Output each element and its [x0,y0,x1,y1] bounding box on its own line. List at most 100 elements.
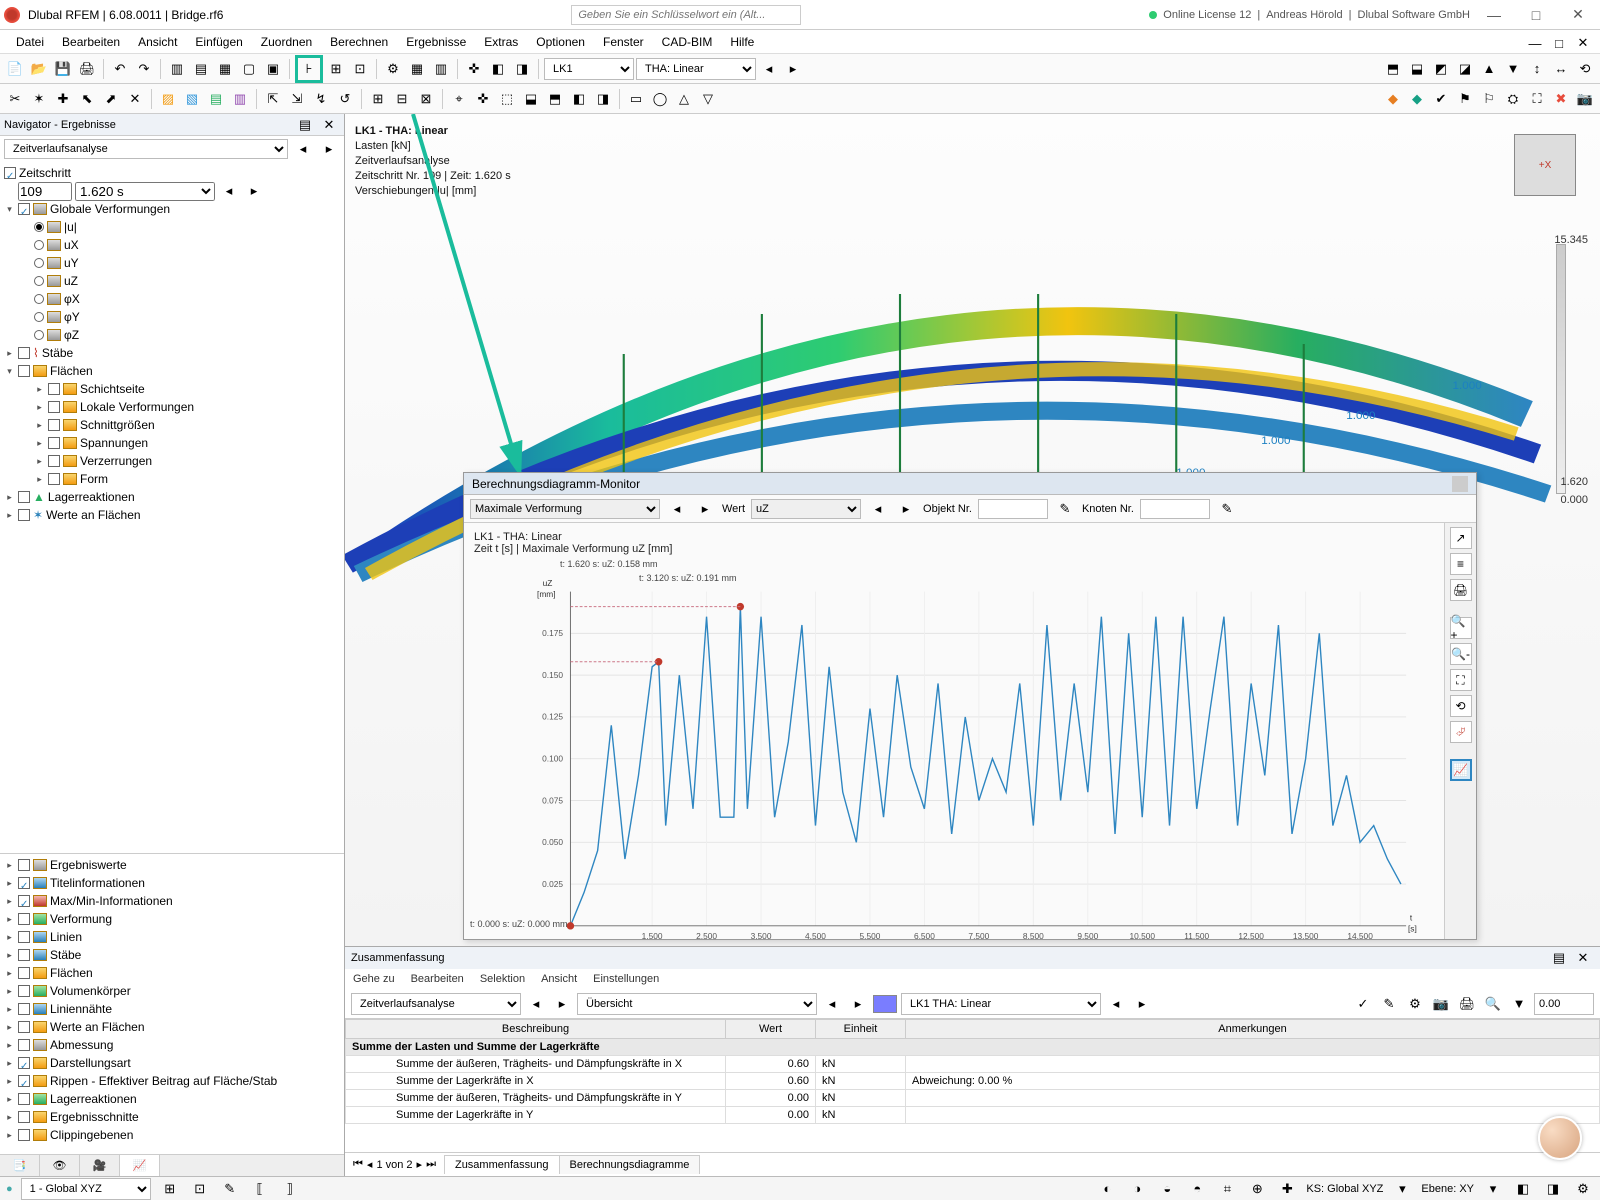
tree-checkbox[interactable] [48,473,60,485]
calc-button[interactable]: ⚙ [382,58,404,80]
panel-close-button[interactable]: ✕ [318,114,340,136]
chart-mode-button[interactable]: 📈 [1450,759,1472,781]
menu-einfügen[interactable]: Einfügen [187,32,250,52]
tree-checkbox[interactable] [48,383,60,395]
values-checkbox[interactable] [18,509,30,521]
tree-expand-icon[interactable]: ▸ [4,968,15,979]
summary-menu-item[interactable]: Bearbeiten [411,973,464,985]
assistant-avatar[interactable] [1538,1116,1582,1160]
status-cs-select[interactable]: 1 - Global XYZ [21,1178,151,1200]
status-button[interactable]: ✎ [219,1178,241,1200]
layout-2-button[interactable]: ▣ [262,58,284,80]
tree-expand-icon[interactable]: ▸ [4,896,15,907]
display-checkbox[interactable] [18,1057,30,1069]
chart-tool-button[interactable]: ⟲ [1450,695,1472,717]
uz-radio[interactable] [34,276,44,286]
tb-generic-button[interactable]: ⊡ [349,58,371,80]
display-checkbox[interactable] [18,859,30,871]
tb2-button[interactable]: ⇱ [262,88,284,110]
display-checkbox[interactable] [18,1129,30,1141]
summary-next-button[interactable]: ▸ [551,993,573,1015]
ux-radio[interactable] [34,240,44,250]
display-checkbox[interactable] [18,877,30,889]
summary-tb-button[interactable]: ✓ [1352,993,1374,1015]
tb-generic-button[interactable]: ◨ [511,58,533,80]
status-button[interactable]: ▾ [1391,1178,1413,1200]
display-checkbox[interactable] [18,1003,30,1015]
summary-tb-button[interactable]: ▼ [1508,993,1530,1015]
monitor-value-select[interactable]: uZ [751,499,861,519]
members-checkbox[interactable] [18,347,30,359]
tree-expand-icon[interactable]: ▸ [34,474,45,485]
tb2-button[interactable]: ✶ [28,88,50,110]
tree-expand-icon[interactable]: ▸ [4,1076,15,1087]
tree-expand-icon[interactable]: ▸ [4,348,15,359]
undo-button[interactable]: ↶ [109,58,131,80]
prev-lc-button[interactable]: ◂ [758,58,780,80]
menu-cad-bim[interactable]: CAD-BIM [654,32,721,52]
tb2-button[interactable]: ⬉ [76,88,98,110]
summary-view-prev-button[interactable]: ◂ [821,993,843,1015]
menu-bearbeiten[interactable]: Bearbeiten [54,32,128,52]
tb2-button[interactable]: ✖ [1550,88,1572,110]
tree-collapse-icon[interactable]: ▾ [4,204,15,215]
tree-expand-icon[interactable]: ▸ [4,914,15,925]
tb-generic-button[interactable]: ◩ [1430,58,1452,80]
uy-radio[interactable] [34,258,44,268]
mdi-minimize-button[interactable]: — [1524,32,1546,54]
keyword-search-input[interactable] [571,5,801,25]
tb2-button[interactable]: ◆ [1406,88,1428,110]
phiz-radio[interactable] [34,330,44,340]
tb2-button[interactable]: 📷 [1574,88,1596,110]
surfaces-checkbox[interactable] [18,365,30,377]
tree-checkbox[interactable] [48,437,60,449]
tb2-button[interactable]: ⬚ [496,88,518,110]
tree-expand-icon[interactable]: ▸ [4,1112,15,1123]
mdi-restore-button[interactable]: □ [1548,32,1570,54]
timestep-value-select[interactable]: 1.620 s [75,182,215,201]
summary-lc-next-button[interactable]: ▸ [1131,993,1153,1015]
summary-view-select[interactable]: Übersicht [577,993,817,1015]
view-right-button[interactable]: ▦ [214,58,236,80]
save-button[interactable]: 💾 [52,58,74,80]
tree-expand-icon[interactable]: ▸ [4,1022,15,1033]
table-first-button[interactable]: ⏮ [353,1158,363,1171]
sidebar-tab-show[interactable]: 👁 [40,1155,80,1176]
tb2-button[interactable]: ◧ [568,88,590,110]
status-button[interactable]: ⟧ [279,1178,301,1200]
timestep-next-button[interactable]: ▸ [243,180,265,202]
print-button[interactable]: 🖨 [76,58,98,80]
monitor-close-button[interactable] [1452,476,1468,492]
summary-pin-button[interactable]: ▤ [1548,947,1570,969]
window-minimize-button[interactable]: — [1476,3,1512,27]
tb2-button[interactable]: ✔ [1430,88,1452,110]
summary-tb-button[interactable]: 🔍 [1482,993,1504,1015]
display-checkbox[interactable] [18,1075,30,1087]
display-checkbox[interactable] [18,1111,30,1123]
tb2-button[interactable]: ▧ [181,88,203,110]
summary-menu-item[interactable]: Gehe zu [353,973,395,985]
tree-expand-icon[interactable]: ▸ [4,1094,15,1105]
summary-menu-item[interactable]: Selektion [480,973,525,985]
new-file-button[interactable]: 📄 [4,58,26,80]
menu-optionen[interactable]: Optionen [528,32,593,52]
phix-radio[interactable] [34,294,44,304]
tb2-button[interactable]: △ [673,88,695,110]
display-checkbox[interactable] [18,1093,30,1105]
redo-button[interactable]: ↷ [133,58,155,80]
tb2-button[interactable]: ◯ [649,88,671,110]
tree-expand-icon[interactable]: ▸ [4,860,15,871]
chart-zoom-out-button[interactable]: 🔍- [1450,643,1472,665]
view-left-button[interactable]: ▥ [166,58,188,80]
display-checkbox[interactable] [18,985,30,997]
table-prev-button[interactable]: ◂ [367,1158,373,1171]
summary-view-next-button[interactable]: ▸ [847,993,869,1015]
summary-lc-prev-button[interactable]: ◂ [1105,993,1127,1015]
tb-generic-button[interactable]: ▥ [430,58,452,80]
open-file-button[interactable]: 📂 [28,58,50,80]
tree-checkbox[interactable] [48,419,60,431]
summary-prev-button[interactable]: ◂ [525,993,547,1015]
menu-fenster[interactable]: Fenster [595,32,652,52]
menu-berechnen[interactable]: Berechnen [322,32,396,52]
analysis-type-select[interactable]: THA: Linear [636,58,756,80]
